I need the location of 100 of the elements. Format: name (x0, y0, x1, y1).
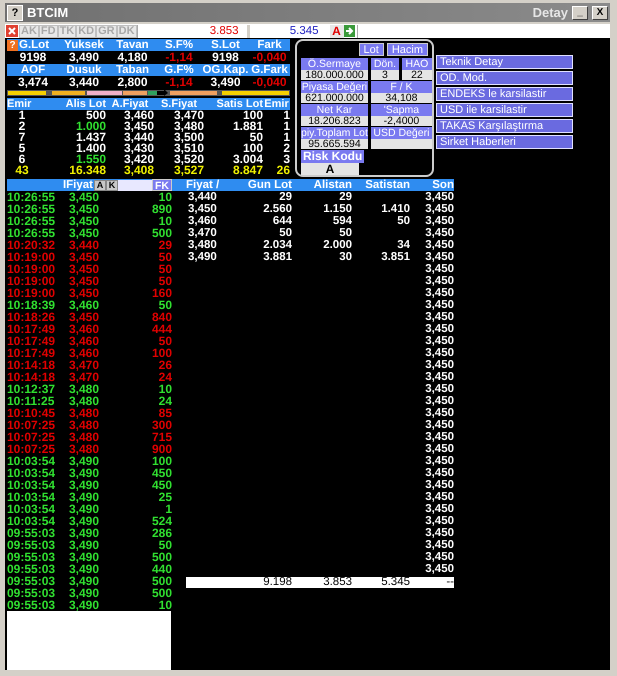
table-cell-text: 3,450 (424, 419, 454, 431)
trade-price: 3,490 (69, 599, 100, 611)
stat-value: -0,040 (251, 76, 288, 88)
trade-lot: 10 (158, 599, 172, 611)
trade-time: 10:12:37 (7, 383, 56, 395)
menu-button[interactable]: USD ile karsilastir (436, 103, 573, 117)
trade-price: 3,460 (69, 335, 100, 347)
table-cell-text: 3,440 (187, 191, 218, 203)
toggle-button[interactable]: Hacim (386, 43, 428, 56)
table-cell-text: 2.034 (262, 239, 292, 251)
column-header: Satis Lot (216, 98, 263, 110)
help-icon[interactable]: ? (7, 40, 18, 50)
table-cell-text: 7 (18, 132, 26, 143)
stat-value: 9198 (18, 51, 48, 63)
trade-time: 10:10:45 (7, 407, 56, 419)
column-header[interactable]: Alistan (292, 179, 352, 191)
table-cell-text: 3,470 (187, 227, 218, 239)
trade-time: 10:19:00 (7, 275, 56, 287)
column-header[interactable]: Son (410, 179, 454, 191)
close-icon[interactable] (6, 25, 18, 37)
input-field[interactable] (118, 180, 152, 190)
table-cell-text: 50 (250, 132, 263, 143)
table-cell-text: 3,450 (424, 347, 454, 359)
trade-lot: 10 (158, 191, 172, 203)
menu-button[interactable]: ENDEKS le karsilastir (436, 87, 573, 101)
table-cell-text: 3,470 (174, 110, 204, 121)
trade-lot: 300 (150, 419, 172, 431)
table-cell-text: 3,450 (424, 335, 454, 347)
total-cell-text: 26 (276, 165, 290, 176)
minimize-button[interactable]: _ (572, 6, 588, 20)
field-label: Net Kar (301, 104, 368, 116)
menu-button[interactable]: Sirket Haberleri (436, 135, 573, 149)
total-cell-text: 3,408 (122, 165, 154, 176)
table-cell-text: 3,450 (424, 239, 454, 251)
table-cell-text: 1 (282, 110, 290, 121)
table-cell-text: 1.410 (380, 203, 410, 215)
table-cell-text: 3,450 (424, 191, 454, 203)
stat-value: -0,040 (251, 51, 288, 63)
column-header: A.Fiyat (110, 98, 150, 110)
filter-button[interactable]: A (94, 180, 106, 190)
table-cell-text: 3,440 (122, 132, 154, 143)
stat-value: 3,490 (68, 51, 100, 63)
menu-button[interactable]: Teknik Detay (436, 55, 573, 69)
trade-time: 10:26:55 (7, 227, 56, 239)
toggle-button[interactable]: Lot (358, 43, 384, 56)
table-cell-text: 1.150 (322, 203, 352, 215)
table-cell-text: 3,450 (424, 227, 454, 239)
table-cell-text: 3,500 (172, 132, 204, 143)
table-cell-text: 3,450 (424, 467, 454, 479)
table-cell-text: 29 (278, 191, 292, 203)
menu-button[interactable]: TAKAS Karşılaştırma (436, 119, 573, 133)
table-cell-text: 1.400 (74, 143, 106, 154)
trade-time: 10:26:55 (7, 191, 56, 203)
trade-price: 3,470 (69, 359, 100, 371)
alert-badge[interactable]: A (330, 24, 344, 38)
trade-time: 10:07:25 (7, 419, 56, 431)
trade-lot: 500 (150, 587, 172, 599)
table-cell-text: 3,450 (424, 203, 454, 215)
trade-price: 3,450 (69, 215, 100, 227)
column-header: Tavan (115, 39, 150, 51)
column-header[interactable]: Fiyat / (186, 179, 226, 191)
trade-price: 3,490 (69, 491, 100, 503)
help-icon[interactable]: ? (7, 4, 23, 20)
trade-price: 3,450 (69, 227, 100, 239)
table-cell-text: 1.550 (76, 154, 106, 165)
trade-time: 10:03:54 (7, 491, 56, 503)
trade-price: 3,490 (69, 587, 100, 599)
menu-button[interactable]: OD. Mod. (436, 71, 573, 85)
column-header: Fark (256, 39, 283, 51)
trade-lot: 500 (150, 575, 172, 587)
trade-lot: 85 (158, 407, 172, 419)
trade-price: 3,480 (69, 443, 100, 455)
column-header: G.Lot (19, 39, 50, 51)
trade-lot: 440 (150, 563, 172, 575)
table-cell-text: 100 (242, 143, 263, 154)
close-button[interactable]: X (592, 6, 608, 20)
trade-price: 3,480 (69, 419, 100, 431)
filter-button[interactable]: FK (152, 179, 172, 191)
trade-time: 09:55:03 (7, 599, 56, 611)
trade-time: 10:19:00 (7, 251, 56, 263)
stat-value: 4,180 (116, 51, 149, 63)
field-value: 22 (402, 70, 432, 80)
trade-time: 10:03:54 (7, 467, 56, 479)
table-cell-text: 3,430 (122, 143, 154, 154)
field-value: 34,108 (370, 93, 432, 103)
trade-price: 3,480 (69, 395, 100, 407)
trade-price: 3,480 (69, 383, 100, 395)
table-cell-text: 3,450 (122, 121, 154, 132)
total-cell-text: 43 (14, 165, 30, 176)
column-header: S.F% (164, 39, 194, 51)
column-header[interactable]: Gun Lot (226, 179, 292, 191)
trade-lot: 450 (150, 479, 172, 491)
filter-button[interactable]: K (106, 180, 118, 190)
trade-lot: 450 (150, 467, 172, 479)
trade-price: 3,490 (69, 575, 100, 587)
table-cell-text: 50 (338, 227, 352, 239)
table-cell-text: 3,420 (122, 154, 154, 165)
column-header[interactable]: Satistan (352, 179, 410, 191)
arrow-icon[interactable] (344, 25, 355, 37)
table-cell-text: 29 (338, 191, 352, 203)
